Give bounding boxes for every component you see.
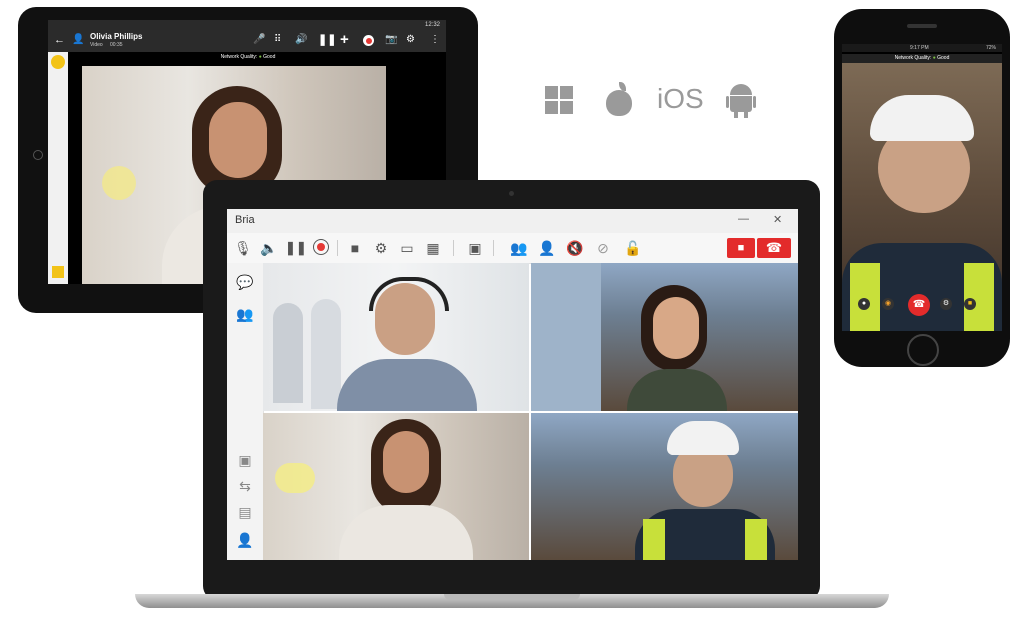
phone-battery: 72% bbox=[985, 45, 996, 51]
stop-video-button[interactable]: ■ bbox=[727, 238, 755, 258]
presentation-view-icon[interactable]: ▤ bbox=[234, 503, 256, 521]
screen-swap-icon[interactable]: ⇆ bbox=[234, 477, 256, 495]
video-settings-icon[interactable]: ⚙ bbox=[371, 238, 391, 258]
video-outline-icon[interactable]: ▭ bbox=[397, 238, 417, 258]
phone-video-icon[interactable]: ⚙ bbox=[940, 298, 952, 310]
switch-camera-icon[interactable]: 📷 bbox=[385, 34, 397, 45]
tablet-network-quality: Network Quality: ● Good bbox=[198, 54, 298, 62]
speaker-view-icon[interactable]: 👤 bbox=[234, 531, 256, 549]
mute-participants-icon[interactable]: 👤 bbox=[537, 238, 557, 258]
app-title: Bria bbox=[235, 214, 255, 226]
phone-time: 9:17 PM bbox=[910, 45, 929, 51]
unlock-icon[interactable]: 🔓 bbox=[623, 238, 643, 258]
mic-lock-icon[interactable]: 🔇 bbox=[565, 238, 585, 258]
laptop-notch bbox=[444, 594, 580, 600]
phone-network-quality: Network Quality: ● Good bbox=[842, 54, 1002, 63]
phone-end-call-button[interactable]: ☎ bbox=[908, 294, 930, 316]
video-tile-3 bbox=[263, 413, 529, 560]
tablet-call-toolbar: ← 👤 Olivia Phillips Video 00:35 🎤 ⠿ 🔊 ❚❚… bbox=[48, 30, 446, 52]
toolbar-divider bbox=[337, 240, 338, 256]
end-call-button[interactable]: ☎ bbox=[757, 238, 791, 258]
close-window-button[interactable]: ✕ bbox=[773, 213, 782, 226]
tablet-status-bar: 12:32 bbox=[48, 20, 446, 30]
speaker-icon[interactable]: 🔊 bbox=[295, 34, 307, 45]
call-type: Video bbox=[90, 42, 103, 48]
participants-icon[interactable] bbox=[52, 266, 64, 278]
phone-remote-video bbox=[842, 63, 1002, 331]
video-view-icon[interactable]: ▣ bbox=[234, 451, 256, 469]
back-arrow-icon[interactable]: ← bbox=[54, 34, 65, 46]
phone-camera-icon[interactable]: ◉ bbox=[882, 298, 894, 310]
screen-share-icon[interactable]: ▣ bbox=[465, 238, 485, 258]
bria-window: Bria — ✕ 🎙 🔈 ❚❚ ■ ⚙ ▭ ▦ ▣ 👥 👤 🔇 ⊘ 🔓 ■ ☎ … bbox=[227, 209, 798, 560]
record-icon[interactable] bbox=[363, 35, 374, 46]
apple-icon bbox=[604, 82, 634, 116]
call-duration: 00:35 bbox=[110, 42, 123, 48]
mic-icon[interactable]: 🎤 bbox=[253, 34, 265, 45]
mute-all-icon[interactable]: ⊘ bbox=[593, 238, 613, 258]
phone-home-button[interactable] bbox=[907, 334, 939, 366]
phone-status-bar: 9:17 PM 72% bbox=[842, 44, 1002, 52]
toolbar-divider bbox=[453, 240, 454, 256]
video-tile-2 bbox=[531, 263, 798, 411]
minimize-button[interactable]: — bbox=[738, 213, 749, 225]
ios-label: iOS bbox=[657, 83, 704, 114]
windows-icon bbox=[545, 86, 573, 114]
phone-participants-icon[interactable]: ■ bbox=[964, 298, 976, 310]
phone-screen: 9:17 PM 72% Network Quality: ● Good ● ◉ … bbox=[842, 44, 1002, 331]
video-share-icon[interactable]: ⚙ bbox=[406, 34, 415, 45]
phone-speaker bbox=[907, 24, 937, 28]
tablet-side-panel bbox=[48, 52, 68, 284]
video-tile-1 bbox=[263, 263, 529, 411]
network-label: Network Quality: bbox=[894, 55, 932, 61]
contact-icon: 👤 bbox=[72, 34, 85, 45]
network-good-icon: ● bbox=[932, 55, 936, 61]
network-value: Good bbox=[937, 55, 950, 61]
speaker-icon[interactable]: 🔈 bbox=[259, 238, 279, 258]
dialpad-icon[interactable]: ⠿ bbox=[274, 34, 281, 45]
laptop-webcam bbox=[509, 191, 514, 196]
hold-icon[interactable]: ❚❚ bbox=[285, 238, 307, 258]
pause-icon[interactable]: ❚❚ bbox=[318, 33, 336, 46]
network-good-icon: ● bbox=[258, 54, 262, 60]
video-grid bbox=[263, 263, 798, 560]
tablet-camera bbox=[33, 150, 43, 160]
call-toolbar: 🎙 🔈 ❚❚ ■ ⚙ ▭ ▦ ▣ 👥 👤 🔇 ⊘ 🔓 ■ ☎ bbox=[227, 233, 798, 264]
toolbar-divider bbox=[493, 240, 494, 256]
conference-participants-icon[interactable]: 👥 bbox=[509, 238, 529, 258]
caller-name: Olivia Phillips bbox=[90, 32, 143, 41]
left-sidebar: 💬 👥 ▣ ⇆ ▤ 👤 bbox=[227, 263, 264, 560]
tablet-clock: 12:32 bbox=[424, 22, 440, 28]
video-icon[interactable]: ■ bbox=[345, 238, 365, 258]
chat-bubbles-icon[interactable]: 💬 bbox=[234, 273, 256, 291]
network-value: Good bbox=[263, 54, 276, 60]
contacts-icon[interactable]: 👥 bbox=[234, 305, 256, 323]
video-tile-4 bbox=[531, 413, 798, 560]
add-call-icon[interactable]: + bbox=[340, 31, 349, 48]
chat-icon[interactable] bbox=[51, 55, 65, 69]
network-label: Network Quality: bbox=[220, 54, 258, 60]
android-icon bbox=[726, 82, 756, 118]
record-icon[interactable] bbox=[311, 238, 331, 258]
phone-mic-icon[interactable]: ● bbox=[858, 298, 870, 310]
grid-layout-icon[interactable]: ▦ bbox=[423, 238, 443, 258]
window-titlebar: Bria — ✕ bbox=[227, 209, 798, 233]
more-menu-icon[interactable]: ⋮ bbox=[430, 34, 440, 45]
mic-icon[interactable]: 🎙 bbox=[233, 238, 253, 258]
